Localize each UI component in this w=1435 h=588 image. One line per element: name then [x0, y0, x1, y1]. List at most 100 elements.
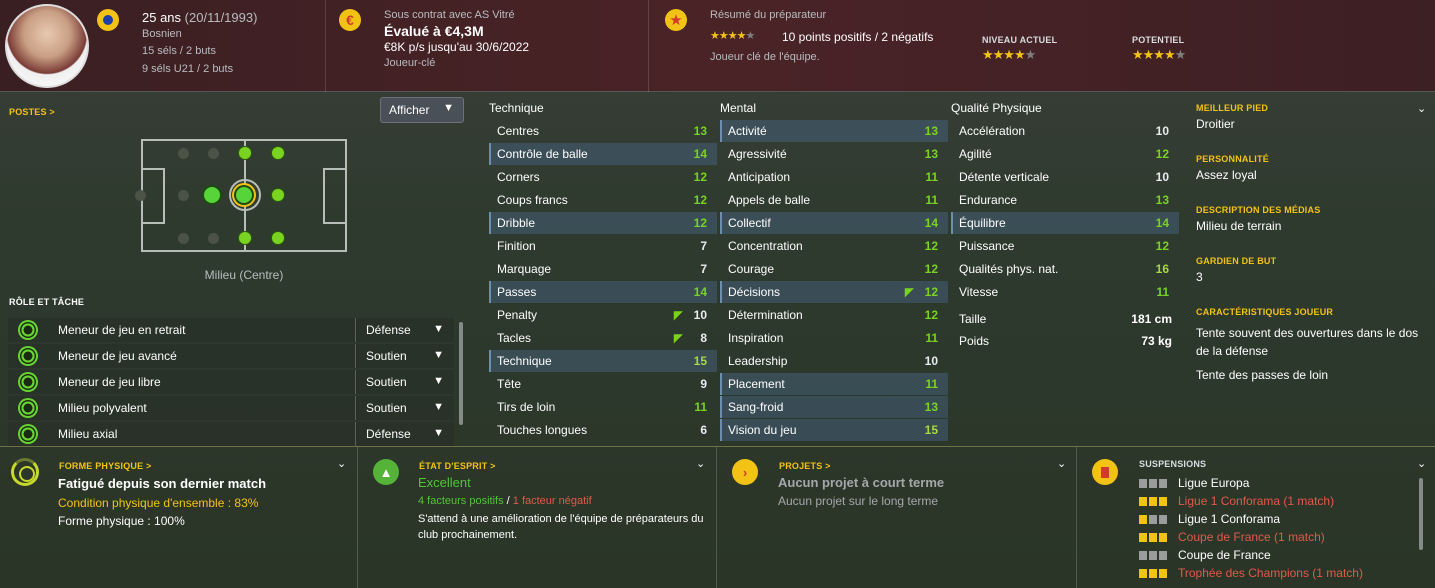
role-row[interactable]: Meneur de jeu avancé Soutien ▼ [8, 344, 454, 368]
suspension-name: Ligue 1 Conforama [1178, 512, 1281, 526]
attribute-row[interactable]: Finition 7 [489, 235, 717, 257]
morale-negative[interactable]: 1 facteur négatif [513, 495, 592, 507]
position-dot[interactable] [239, 232, 251, 244]
attribute-row[interactable]: Inspiration 11 [720, 327, 948, 349]
attribute-row[interactable]: Touches longues 6 [489, 419, 717, 441]
attribute-row[interactable]: Technique 15 [489, 350, 717, 372]
role-duty-dropdown[interactable]: Défense ▼ [355, 318, 454, 342]
attribute-value: 13 [924, 124, 938, 138]
goalkeeper-value: 3 [1196, 270, 1203, 284]
chevron-down-icon[interactable]: ⌄ [1417, 102, 1426, 115]
role-row[interactable]: Meneur de jeu en retrait Défense ▼ [8, 318, 454, 342]
height-label: Taille [959, 312, 987, 326]
attribute-row[interactable]: Centres 13 [489, 120, 717, 142]
attribute-row[interactable]: Équilibre 14 [951, 212, 1179, 234]
attribute-row[interactable]: Concentration 12 [720, 235, 948, 257]
attribute-row[interactable]: Activité 13 [720, 120, 948, 142]
coach-summary-title: Résumé du préparateur [710, 9, 827, 21]
position-dot[interactable] [272, 147, 284, 159]
position-dot[interactable] [204, 187, 220, 203]
attribute-row[interactable]: Agilité 12 [951, 143, 1179, 165]
attribute-row[interactable]: Courage 12 [720, 258, 948, 280]
attribute-row[interactable]: Tête 9 [489, 373, 717, 395]
attribute-row[interactable]: Vitesse 11 [951, 281, 1179, 303]
card-box-icon [1139, 551, 1147, 560]
role-row[interactable]: Milieu axial Défense ▼ [8, 422, 454, 446]
player-photo[interactable] [5, 4, 89, 88]
display-dropdown[interactable]: Afficher ▼ [380, 97, 464, 123]
attribute-row[interactable]: Passes 14 [489, 281, 717, 303]
positions-link[interactable]: POSTES > [9, 107, 55, 117]
position-dot[interactable] [239, 147, 251, 159]
role-row[interactable]: Meneur de jeu libre Soutien ▼ [8, 370, 454, 394]
card-box-icon [1159, 533, 1167, 542]
attribute-row[interactable]: Appels de balle 11 [720, 189, 948, 211]
attribute-row[interactable]: Puissance 12 [951, 235, 1179, 257]
highlight-bar [720, 373, 722, 395]
morale-link[interactable]: ÉTAT D'ESPRIT > [419, 461, 496, 471]
attribute-row[interactable]: Anticipation 11 [720, 166, 948, 188]
attribute-row[interactable]: Tacles ◤ 8 [489, 327, 717, 349]
attribute-row[interactable]: Corners 12 [489, 166, 717, 188]
attribute-row[interactable]: Décisions ◤ 12 [720, 281, 948, 303]
attribute-row[interactable]: Détermination 12 [720, 304, 948, 326]
attribute-row[interactable]: Vision du jeu 15 [720, 419, 948, 441]
attribute-row[interactable]: Dribble 12 [489, 212, 717, 234]
card-box-icon [1159, 479, 1167, 488]
attribute-row[interactable]: Collectif 14 [720, 212, 948, 234]
position-dot[interactable] [208, 148, 219, 159]
technical-title: Technique [489, 101, 544, 115]
role-row[interactable]: Milieu polyvalent Soutien ▼ [8, 396, 454, 420]
attribute-row[interactable]: Coups francs 12 [489, 189, 717, 211]
role-duty-dropdown[interactable]: Soutien ▼ [355, 370, 454, 394]
attribute-row[interactable]: Détente verticale 10 [951, 166, 1179, 188]
attribute-row[interactable]: Tirs de loin 11 [489, 396, 717, 418]
attribute-row[interactable]: Accélération 10 [951, 120, 1179, 142]
position-dot[interactable] [178, 233, 189, 244]
traits-label: CARACTÉRISTIQUES JOUEUR [1196, 307, 1334, 317]
attribute-value: 13 [1155, 193, 1169, 207]
best-foot: Droitier [1196, 117, 1235, 131]
attribute-row[interactable]: Sang-froid 13 [720, 396, 948, 418]
attribute-name: Activité [728, 124, 767, 138]
suspensions-scrollbar[interactable] [1419, 478, 1423, 550]
player-nationality[interactable]: Bosnien [142, 28, 182, 40]
morale-positive[interactable]: 4 facteurs positifs [418, 495, 504, 507]
roles-scrollbar[interactable] [459, 322, 463, 425]
chevron-down-icon[interactable]: ⌄ [1417, 457, 1426, 470]
role-duty-dropdown[interactable]: Soutien ▼ [355, 396, 454, 420]
position-dot[interactable] [178, 190, 189, 201]
attribute-value: 7 [700, 262, 707, 276]
position-dot[interactable] [135, 190, 146, 201]
player-wage: €8K p/s jusqu'au 30/6/2022 [384, 40, 530, 54]
attribute-row[interactable]: Contrôle de balle 14 [489, 143, 717, 165]
contract-club: Sous contrat avec AS Vitré [384, 9, 515, 21]
attribute-name: Leadership [728, 354, 788, 368]
suspension-name: Coupe de France (1 match) [1178, 530, 1325, 544]
position-dot[interactable] [208, 233, 219, 244]
projects-link[interactable]: PROJETS > [779, 461, 831, 471]
attribute-value: 12 [693, 170, 707, 184]
chevron-down-icon[interactable]: ⌄ [696, 457, 705, 470]
suspension-name: Ligue Europa [1178, 476, 1250, 490]
attribute-row[interactable]: Leadership 10 [720, 350, 948, 372]
position-dot[interactable] [178, 148, 189, 159]
attribute-row[interactable]: Placement 11 [720, 373, 948, 395]
chevron-down-icon[interactable]: ⌄ [1057, 457, 1066, 470]
attribute-row[interactable]: Agressivité 13 [720, 143, 948, 165]
position-dot[interactable] [272, 232, 284, 244]
attribute-row[interactable]: Penalty ◤ 10 [489, 304, 717, 326]
attribute-name: Inspiration [728, 331, 784, 345]
card-box-icon [1149, 479, 1157, 488]
role-duty-dropdown[interactable]: Soutien ▼ [355, 344, 454, 368]
position-dot[interactable] [272, 189, 284, 201]
attribute-row[interactable]: Qualités phys. nat. 16 [951, 258, 1179, 280]
attribute-row[interactable]: Marquage 7 [489, 258, 717, 280]
role-duty-dropdown[interactable]: Défense ▼ [355, 422, 454, 446]
position-dot-main[interactable] [236, 187, 252, 203]
nationality-flag-icon[interactable] [97, 9, 119, 31]
chevron-down-icon[interactable]: ⌄ [337, 457, 346, 470]
highlight-bar [489, 212, 491, 234]
attribute-row[interactable]: Endurance 13 [951, 189, 1179, 211]
form-link[interactable]: FORME PHYSIQUE > [59, 461, 151, 471]
